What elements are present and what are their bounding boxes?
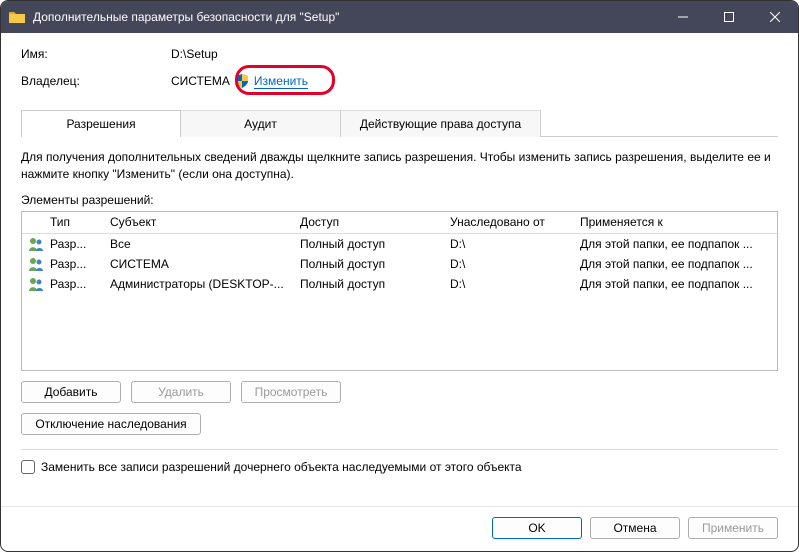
apply-button[interactable]: Применить xyxy=(688,517,778,539)
owner-row: Владелец: СИСТЕМА Изменить xyxy=(21,73,778,89)
users-icon xyxy=(28,256,44,272)
table-row[interactable]: Разр...СИСТЕМАПолный доступD:\Для этой п… xyxy=(22,254,777,274)
change-owner-link[interactable]: Изменить xyxy=(254,74,308,89)
window-title: Дополнительные параметры безопасности дл… xyxy=(33,10,660,24)
cell-applies: Для этой папки, ее подпапок ... xyxy=(580,257,771,271)
cell-type: Разр... xyxy=(50,257,110,271)
cell-subject: Все xyxy=(110,237,300,251)
inherit-buttons: Отключение наследования xyxy=(21,413,778,435)
col-header-applies[interactable]: Применяется к xyxy=(580,215,771,229)
cell-type: Разр... xyxy=(50,277,110,291)
name-label: Имя: xyxy=(21,47,171,61)
table-row[interactable]: Разр...ВсеПолный доступD:\Для этой папки… xyxy=(22,234,777,254)
cell-applies: Для этой папки, ее подпапок ... xyxy=(580,237,771,251)
col-header-type[interactable]: Тип xyxy=(50,215,110,229)
permission-entries-label: Элементы разрешений: xyxy=(21,193,778,207)
permissions-grid: Тип Субъект Доступ Унаследовано от Приме… xyxy=(21,211,778,371)
cell-type: Разр... xyxy=(50,237,110,251)
tab-effective-access[interactable]: Действующие права доступа xyxy=(341,110,541,137)
tabs: Разрешения Аудит Действующие права досту… xyxy=(21,109,778,137)
col-header-inherited[interactable]: Унаследовано от xyxy=(450,215,580,229)
col-header-subject[interactable]: Субъект xyxy=(110,215,300,229)
tab-audit[interactable]: Аудит xyxy=(181,110,341,137)
replace-checkbox[interactable] xyxy=(21,460,35,474)
titlebar: Дополнительные параметры безопасности дл… xyxy=(1,1,798,33)
owner-label: Владелец: xyxy=(21,74,171,88)
cell-subject: Администраторы (DESKTOP-... xyxy=(110,277,300,291)
grid-header: Тип Субъект Доступ Унаследовано от Приме… xyxy=(22,212,777,234)
replace-checkbox-label: Заменить все записи разрешений дочернего… xyxy=(41,460,522,474)
shield-icon xyxy=(234,73,250,89)
table-row[interactable]: Разр...Администраторы (DESKTOP-...Полный… xyxy=(22,274,777,294)
owner-value-group: СИСТЕМА Изменить xyxy=(171,73,308,89)
grid-buttons: Добавить Удалить Просмотреть xyxy=(21,381,778,403)
tab-permissions[interactable]: Разрешения xyxy=(21,110,181,137)
separator xyxy=(21,449,778,450)
replace-checkbox-row: Заменить все записи разрешений дочернего… xyxy=(21,460,778,474)
content-area: Имя: D:\Setup Владелец: СИСТЕМА Изменить… xyxy=(1,33,798,506)
add-button[interactable]: Добавить xyxy=(21,381,121,403)
minimize-button[interactable] xyxy=(660,1,706,33)
ok-button[interactable]: OK xyxy=(492,517,582,539)
dialog-footer: OK Отмена Применить xyxy=(1,506,798,551)
view-button[interactable]: Просмотреть xyxy=(241,381,341,403)
disable-inheritance-button[interactable]: Отключение наследования xyxy=(21,413,201,435)
help-text: Для получения дополнительных сведений дв… xyxy=(21,149,778,183)
maximize-button[interactable] xyxy=(706,1,752,33)
close-button[interactable] xyxy=(752,1,798,33)
cell-applies: Для этой папки, ее подпапок ... xyxy=(580,277,771,291)
name-value: D:\Setup xyxy=(171,47,218,61)
cell-subject: СИСТЕМА xyxy=(110,257,300,271)
cell-inherited: D:\ xyxy=(450,257,580,271)
remove-button[interactable]: Удалить xyxy=(131,381,231,403)
users-icon xyxy=(28,236,44,252)
folder-icon xyxy=(9,10,25,24)
cell-access: Полный доступ xyxy=(300,257,450,271)
name-row: Имя: D:\Setup xyxy=(21,47,778,61)
owner-value: СИСТЕМА xyxy=(171,74,230,88)
cell-access: Полный доступ xyxy=(300,277,450,291)
cell-inherited: D:\ xyxy=(450,237,580,251)
cell-access: Полный доступ xyxy=(300,237,450,251)
cancel-button[interactable]: Отмена xyxy=(590,517,680,539)
advanced-security-window: Дополнительные параметры безопасности дл… xyxy=(0,0,799,552)
users-icon xyxy=(28,276,44,292)
col-header-access[interactable]: Доступ xyxy=(300,215,450,229)
cell-inherited: D:\ xyxy=(450,277,580,291)
